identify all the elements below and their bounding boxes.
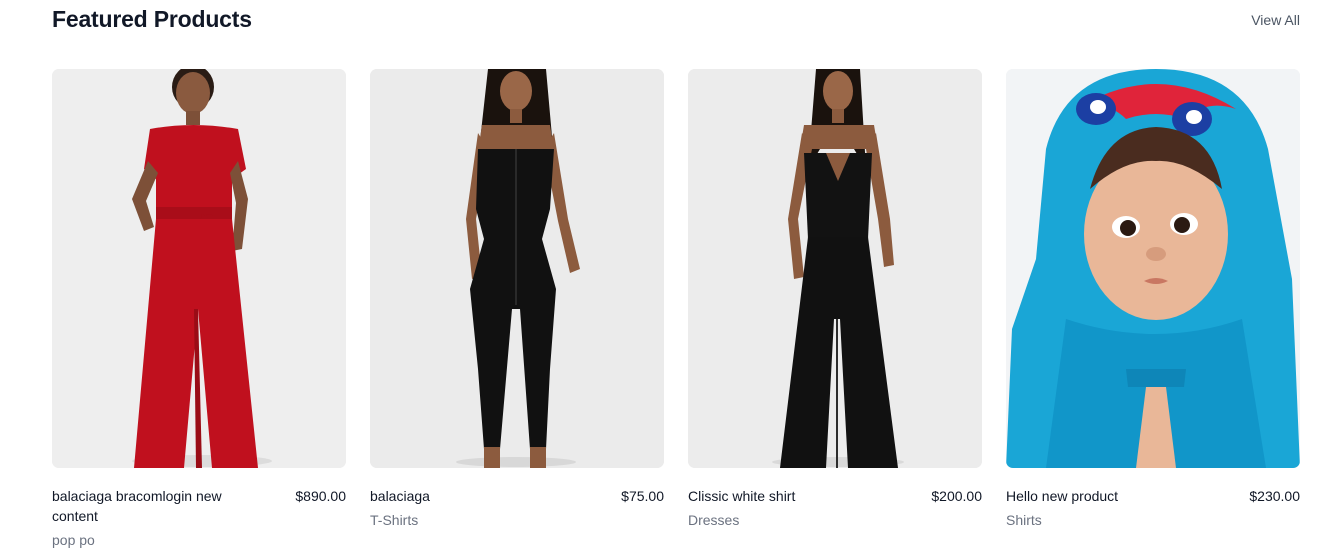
woman-red-jumpsuit-image (52, 69, 346, 468)
featured-products-section: Featured Products View All balaciaga bra… (0, 0, 1344, 551)
product-name[interactable]: Clissic white shirt (688, 486, 795, 506)
product-card[interactable]: balaciaga bracomlogin new content $890.0… (52, 69, 346, 550)
product-category: T-Shirts (370, 512, 419, 528)
product-price: $75.00 (621, 488, 664, 504)
product-image[interactable] (1006, 69, 1300, 468)
product-category: Shirts (1006, 512, 1042, 528)
product-price: $200.00 (931, 488, 982, 504)
product-card[interactable]: Hello new product $230.00 Shirts (1006, 69, 1300, 550)
section-title: Featured Products (52, 6, 252, 32)
product-info: balaciaga bracomlogin new content $890.0… (52, 486, 346, 526)
section-header: Featured Products View All (52, 6, 1300, 33)
product-info: balaciaga $75.00 (370, 486, 664, 506)
product-image[interactable] (370, 69, 664, 468)
product-category: pop po (52, 532, 95, 548)
product-image[interactable] (688, 69, 982, 468)
product-info: Clissic white shirt $200.00 (688, 486, 982, 506)
baby-blue-hooded-robe-image (1006, 69, 1300, 468)
woman-black-jumpsuit-image (688, 69, 982, 468)
product-price: $230.00 (1249, 488, 1300, 504)
product-price: $890.00 (295, 488, 346, 504)
product-image[interactable] (52, 69, 346, 468)
product-category: Dresses (688, 512, 740, 528)
product-grid: balaciaga bracomlogin new content $890.0… (52, 69, 1300, 550)
product-name[interactable]: Hello new product (1006, 486, 1118, 506)
product-card[interactable]: Clissic white shirt $200.00 Dresses (688, 69, 982, 550)
product-info: Hello new product $230.00 (1006, 486, 1300, 506)
product-card[interactable]: balaciaga $75.00 T-Shirts (370, 69, 664, 550)
product-name[interactable]: balaciaga bracomlogin new content (52, 486, 252, 526)
view-all-link[interactable]: View All (1251, 12, 1300, 28)
woman-black-bodysuit-image (370, 69, 664, 468)
product-name[interactable]: balaciaga (370, 486, 430, 506)
